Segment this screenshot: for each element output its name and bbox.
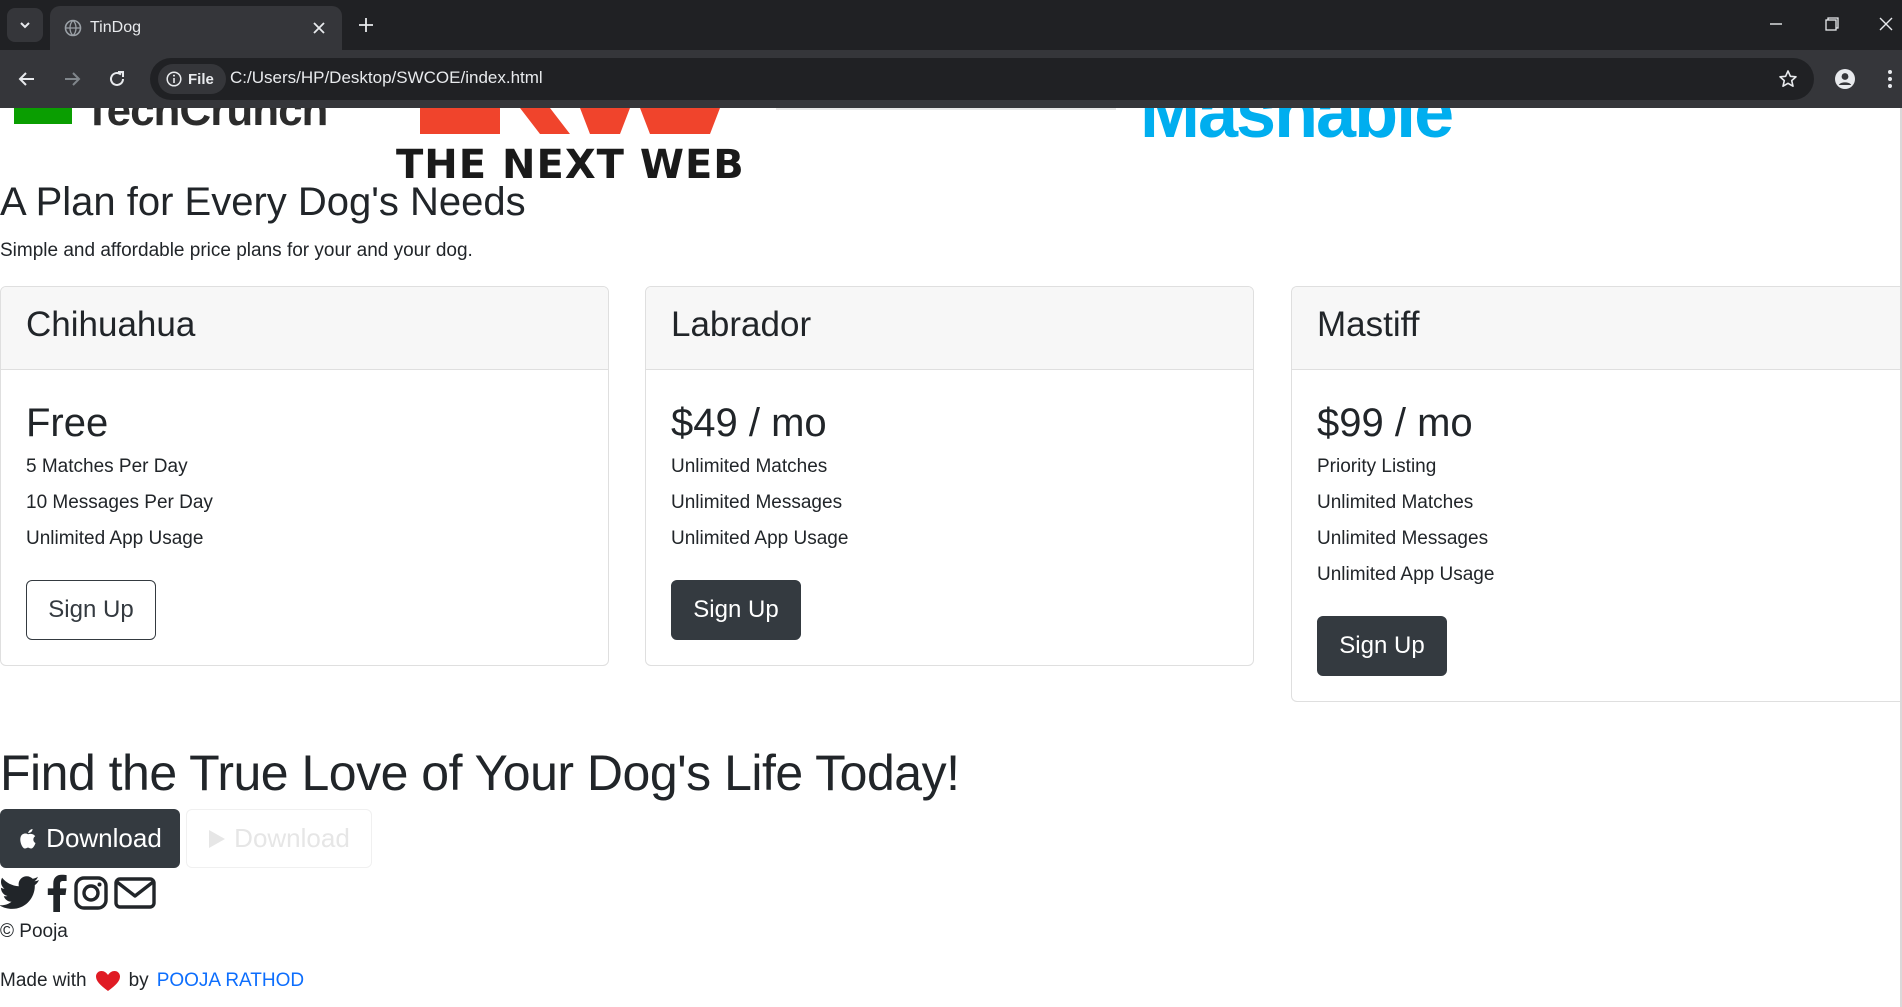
- card-body: $49 / mo Unlimited Matches Unlimited Mes…: [646, 370, 1253, 665]
- arrow-left-icon: [18, 72, 34, 86]
- close-icon: [1879, 17, 1893, 31]
- page-viewport: TechCrunch THE NEXT WEB Mashable A Plan …: [0, 108, 1902, 1007]
- signup-button-chihuahua[interactable]: Sign Up: [26, 580, 156, 640]
- browser-menu-button[interactable]: [1880, 64, 1900, 94]
- author-link[interactable]: POOJA RATHOD: [157, 970, 304, 992]
- instagram-icon: [74, 876, 108, 910]
- account-icon: [1835, 69, 1855, 89]
- chevron-down-icon: [20, 22, 30, 29]
- restore-icon: [1825, 17, 1839, 31]
- star-icon: [1779, 70, 1797, 87]
- tab-search-button[interactable]: [7, 8, 43, 42]
- tnw-logo-mark: [420, 108, 720, 134]
- copyright-text: © Pooja: [0, 921, 68, 942]
- card-feature: Unlimited App Usage: [671, 528, 849, 549]
- address-bar[interactable]: File C:/Users/HP/Desktop/SWCOE/index.htm…: [150, 58, 1814, 100]
- facebook-icon: [47, 874, 67, 912]
- made-with-line: Made with by POOJA RATHOD: [0, 970, 304, 992]
- info-icon: [166, 71, 182, 87]
- reload-button[interactable]: [102, 64, 132, 94]
- url-text[interactable]: C:/Users/HP/Desktop/SWCOE/index.html: [230, 68, 543, 88]
- signup-button-labrador[interactable]: Sign Up: [671, 580, 801, 640]
- bookmark-button[interactable]: [1776, 67, 1800, 91]
- apple-download-button[interactable]: Download: [0, 809, 180, 868]
- browser-tab-strip: TinDog: [0, 0, 1902, 50]
- made-with-by: by: [128, 970, 149, 991]
- tab-title: TinDog: [90, 19, 141, 36]
- browser-toolbar: File C:/Users/HP/Desktop/SWCOE/index.htm…: [0, 50, 1902, 108]
- tab-close-button[interactable]: [308, 17, 330, 39]
- close-icon: [313, 22, 325, 34]
- facebook-link[interactable]: [46, 873, 68, 913]
- new-tab-button[interactable]: [352, 11, 380, 39]
- card-title: Chihuahua: [1, 287, 608, 370]
- signup-button-mastiff[interactable]: Sign Up: [1317, 616, 1447, 676]
- play-icon: [209, 829, 226, 848]
- card-price: $99 / mo: [1317, 401, 1473, 445]
- card-feature: Unlimited App Usage: [1317, 564, 1495, 585]
- card-feature: Unlimited Matches: [1317, 492, 1474, 513]
- email-link[interactable]: [114, 873, 156, 913]
- restore-button[interactable]: [1818, 10, 1846, 38]
- forward-button[interactable]: [57, 64, 87, 94]
- pricing-subheading: Simple and affordable price plans for yo…: [0, 240, 473, 261]
- site-chip-label: File: [188, 70, 214, 88]
- card-feature: 5 Matches Per Day: [26, 456, 188, 477]
- pricing-card-mastiff: Mastiff $99 / mo Priority Listing Unlimi…: [1291, 286, 1902, 702]
- profile-button[interactable]: [1830, 64, 1860, 94]
- card-feature: Unlimited Messages: [671, 492, 843, 513]
- card-body: Free 5 Matches Per Day 10 Messages Per D…: [1, 370, 608, 665]
- card-price: $49 / mo: [671, 401, 827, 445]
- browser-tab[interactable]: TinDog: [50, 6, 342, 50]
- twitter-link[interactable]: [0, 873, 40, 913]
- plus-icon: [359, 18, 373, 32]
- card-title: Labrador: [646, 287, 1253, 370]
- minimize-button[interactable]: [1762, 10, 1790, 38]
- card-feature: Priority Listing: [1317, 456, 1437, 477]
- techcrunch-logo: TechCrunch: [84, 108, 328, 135]
- heart-icon: [95, 971, 120, 991]
- globe-icon: [64, 19, 82, 37]
- card-title: Mastiff: [1292, 287, 1902, 370]
- card-feature: Unlimited Matches: [671, 456, 828, 477]
- pricing-card-chihuahua: Chihuahua Free 5 Matches Per Day 10 Mess…: [0, 286, 609, 666]
- reload-icon: [110, 71, 124, 86]
- made-with-prefix: Made with: [0, 970, 87, 991]
- card-body: $99 / mo Priority Listing Unlimited Matc…: [1292, 370, 1902, 701]
- apple-download-label: Download: [46, 823, 162, 853]
- pricing-card-labrador: Labrador $49 / mo Unlimited Matches Unli…: [645, 286, 1254, 666]
- mashable-logo: Mashable: [1140, 108, 1454, 153]
- card-feature: Unlimited Messages: [1317, 528, 1489, 549]
- instagram-link[interactable]: [73, 873, 109, 913]
- google-play-download-button[interactable]: Download: [186, 809, 372, 868]
- minimize-icon: [1770, 23, 1782, 25]
- site-info-chip[interactable]: File: [158, 64, 226, 94]
- business-insider-logo: [776, 108, 1116, 110]
- more-vert-icon: [1888, 70, 1892, 88]
- apple-icon: [20, 828, 36, 848]
- card-price: Free: [26, 401, 109, 445]
- arrow-right-icon: [65, 72, 81, 86]
- back-button[interactable]: [12, 64, 42, 94]
- google-play-download-label: Download: [234, 823, 350, 853]
- twitter-icon: [0, 876, 39, 909]
- pricing-heading: A Plan for Every Dog's Needs: [0, 180, 526, 224]
- techcrunch-logo-mark: [14, 108, 72, 124]
- cta-heading: Find the True Love of Your Dog's Life To…: [0, 745, 960, 801]
- envelope-icon: [114, 877, 156, 909]
- card-feature: 10 Messages Per Day: [26, 492, 213, 513]
- close-window-button[interactable]: [1872, 10, 1900, 38]
- card-feature: Unlimited App Usage: [26, 528, 204, 549]
